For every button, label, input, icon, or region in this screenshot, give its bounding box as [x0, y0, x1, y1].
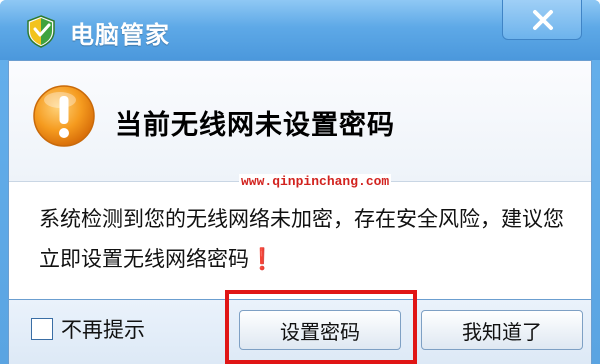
dont-show-again-checkbox[interactable]: [31, 318, 53, 340]
close-icon: [533, 10, 553, 30]
warning-header: 当前无线网未设置密码: [9, 61, 591, 182]
message-text: 系统检测到您的无线网络未加密，存在安全风险，建议您立即设置无线网络密码❗: [39, 207, 564, 271]
close-button[interactable]: [502, 0, 582, 40]
watermark-text: www.qinpinchang.com: [239, 174, 392, 189]
got-it-button[interactable]: 我知道了: [421, 310, 583, 350]
window-title: 电脑管家: [70, 21, 170, 49]
warning-icon: [33, 85, 95, 147]
warning-heading: 当前无线网未设置密码: [115, 110, 395, 141]
title-bar[interactable]: 电脑管家: [0, 0, 600, 60]
dialog-footer: 不再提示 设置密码 我知道了: [8, 290, 592, 364]
dont-show-again[interactable]: 不再提示: [31, 314, 145, 344]
shield-icon: [27, 15, 55, 48]
set-password-button[interactable]: 设置密码: [239, 310, 401, 350]
dialog-window: 电脑管家 当前无线网未设置密码 www.qinpinchang.com 系统检测…: [0, 0, 600, 364]
dont-show-again-label[interactable]: 不再提示: [61, 314, 145, 344]
dialog-content: 当前无线网未设置密码 www.qinpinchang.com 系统检测到您的无线…: [8, 60, 592, 300]
